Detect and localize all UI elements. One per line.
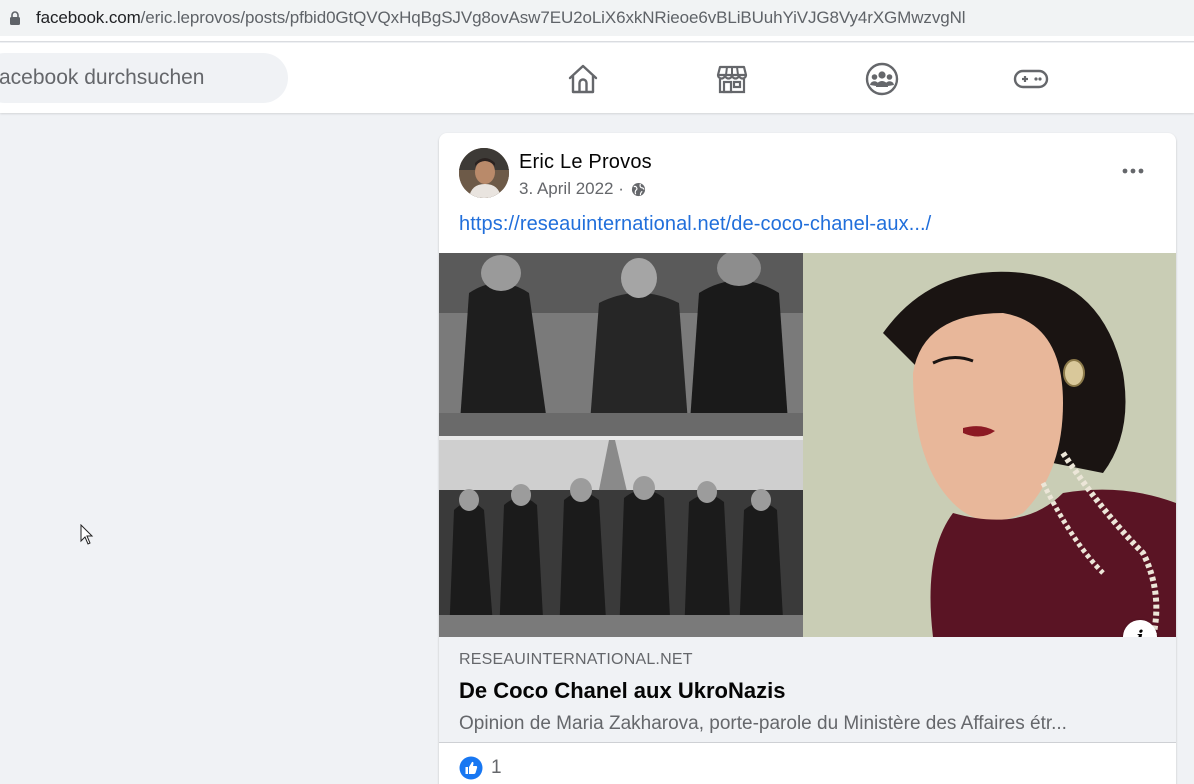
photo-coco-chanel xyxy=(803,253,1176,637)
link-preview-details[interactable]: RESEAUINTERNATIONAL.NET De Coco Chanel a… xyxy=(439,637,1176,743)
post-link[interactable]: https://reseauinternational.net/de-coco-… xyxy=(459,213,931,236)
post-card: Eric Le Provos 3. April 2022 · https://r… xyxy=(439,133,1176,784)
author-name[interactable]: Eric Le Provos xyxy=(519,151,652,174)
marketplace-icon[interactable] xyxy=(714,61,750,97)
post-meta: 3. April 2022 · xyxy=(519,179,646,199)
globe-icon[interactable] xyxy=(631,182,646,197)
home-icon[interactable] xyxy=(565,61,601,97)
browser-address-bar[interactable]: facebook.com/eric.leprovos/posts/pfbid0G… xyxy=(0,0,1194,42)
photo-officers-paris xyxy=(439,440,803,637)
post-date[interactable]: 3. April 2022 · xyxy=(519,179,624,199)
search-input[interactable] xyxy=(0,53,288,103)
search-box[interactable] xyxy=(0,53,288,103)
mouse-cursor-icon xyxy=(80,524,94,545)
groups-icon[interactable] xyxy=(864,61,900,97)
url-host: facebook.com xyxy=(36,8,141,27)
lock-icon xyxy=(10,11,20,25)
more-icon xyxy=(1122,168,1144,174)
url-text[interactable]: facebook.com/eric.leprovos/posts/pfbid0G… xyxy=(36,8,966,28)
like-reaction-icon xyxy=(459,756,483,780)
photo-historical-figures xyxy=(439,253,803,436)
more-options-button[interactable] xyxy=(1119,157,1147,185)
link-preview-image[interactable] xyxy=(439,253,1176,637)
reactions-summary[interactable]: 1 xyxy=(459,756,502,780)
author-avatar[interactable] xyxy=(459,148,509,198)
link-title[interactable]: De Coco Chanel aux UkroNazis xyxy=(459,678,785,704)
facebook-header xyxy=(0,43,1194,113)
link-domain: RESEAUINTERNATIONAL.NET xyxy=(459,651,693,668)
link-description: Opinion de Maria Zakharova, porte-parole… xyxy=(459,713,1067,734)
gaming-icon[interactable] xyxy=(1013,61,1049,97)
reaction-count: 1 xyxy=(491,757,502,778)
url-path: /eric.leprovos/posts/pfbid0GtQVQxHqBgSJV… xyxy=(140,8,966,27)
